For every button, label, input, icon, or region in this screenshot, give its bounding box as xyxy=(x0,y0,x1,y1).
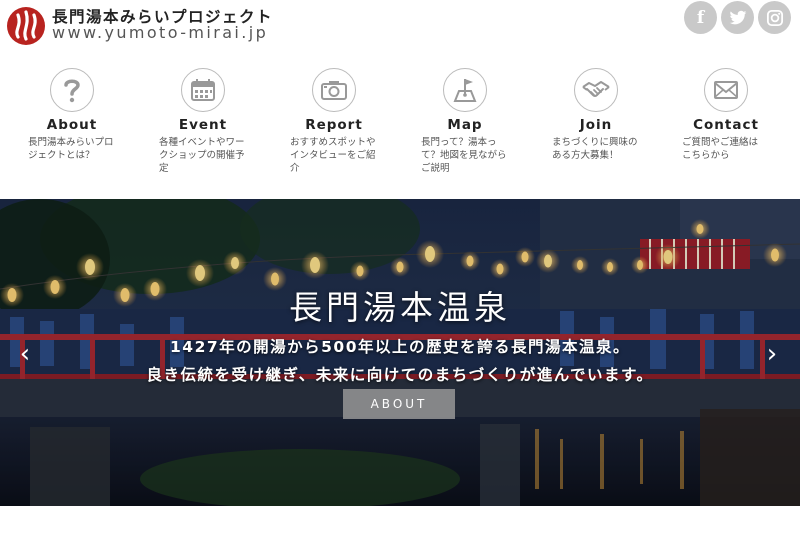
nav-label-contact: Contact xyxy=(693,117,759,133)
hero-description-line-1: 1427年の開湯から500年以上の歴史を誇る長門湯本温泉。 xyxy=(170,338,630,356)
slider-next-icon[interactable]: › xyxy=(760,339,784,369)
nav-desc-map: 長門って？湯本って？地図を見ながらご説明 xyxy=(421,137,507,174)
hero-title: 長門湯本温泉 xyxy=(289,288,511,327)
hero-description-line-2: 良き伝統を受け継ぎ、未来に向けてのまちづくりが進んでいます。 xyxy=(146,366,654,384)
nav-desc-contact: ご質問やご連絡は こちらから xyxy=(682,137,759,161)
nav-desc-join: まちづくりに興味のある方大募集！ xyxy=(552,137,638,161)
nav-label-map: Map xyxy=(447,117,483,133)
handshake-icon xyxy=(574,68,618,112)
nav-label-event: Event xyxy=(178,117,228,133)
nav-label-about: About xyxy=(46,117,98,133)
nav-desc-about: 長門湯本みらいプロジェクトとは？ xyxy=(28,137,114,161)
about-button[interactable]: ABOUT xyxy=(343,389,455,419)
nav-label-join: Join xyxy=(579,117,613,133)
nav-desc-event: 各種イベントやワークショップの開催予定 xyxy=(159,137,245,174)
twitter-icon[interactable] xyxy=(721,1,754,34)
site-url: www.yumoto-mirai.jp xyxy=(52,23,269,42)
hero-slider: 長門湯本温泉 1427年の開湯から500年以上の歴史を誇る長門湯本温泉。 良き伝… xyxy=(0,199,800,506)
nav-desc-report: おすすめスポットやインタビューをご紹介 xyxy=(290,137,376,174)
camera-icon xyxy=(312,68,356,112)
question-icon xyxy=(50,68,94,112)
envelope-icon xyxy=(704,68,748,112)
map-icon xyxy=(443,68,487,112)
calendar-icon xyxy=(181,68,225,112)
facebook-icon[interactable]: f xyxy=(684,1,717,34)
site-header: 長門湯本みらいプロジェクト www.yumoto-mirai.jp f xyxy=(0,0,800,50)
slider-prev-icon[interactable]: ‹ xyxy=(13,339,37,369)
nav-label-report: Report xyxy=(305,117,363,133)
logo-icon[interactable] xyxy=(6,6,46,46)
instagram-icon[interactable] xyxy=(758,1,791,34)
